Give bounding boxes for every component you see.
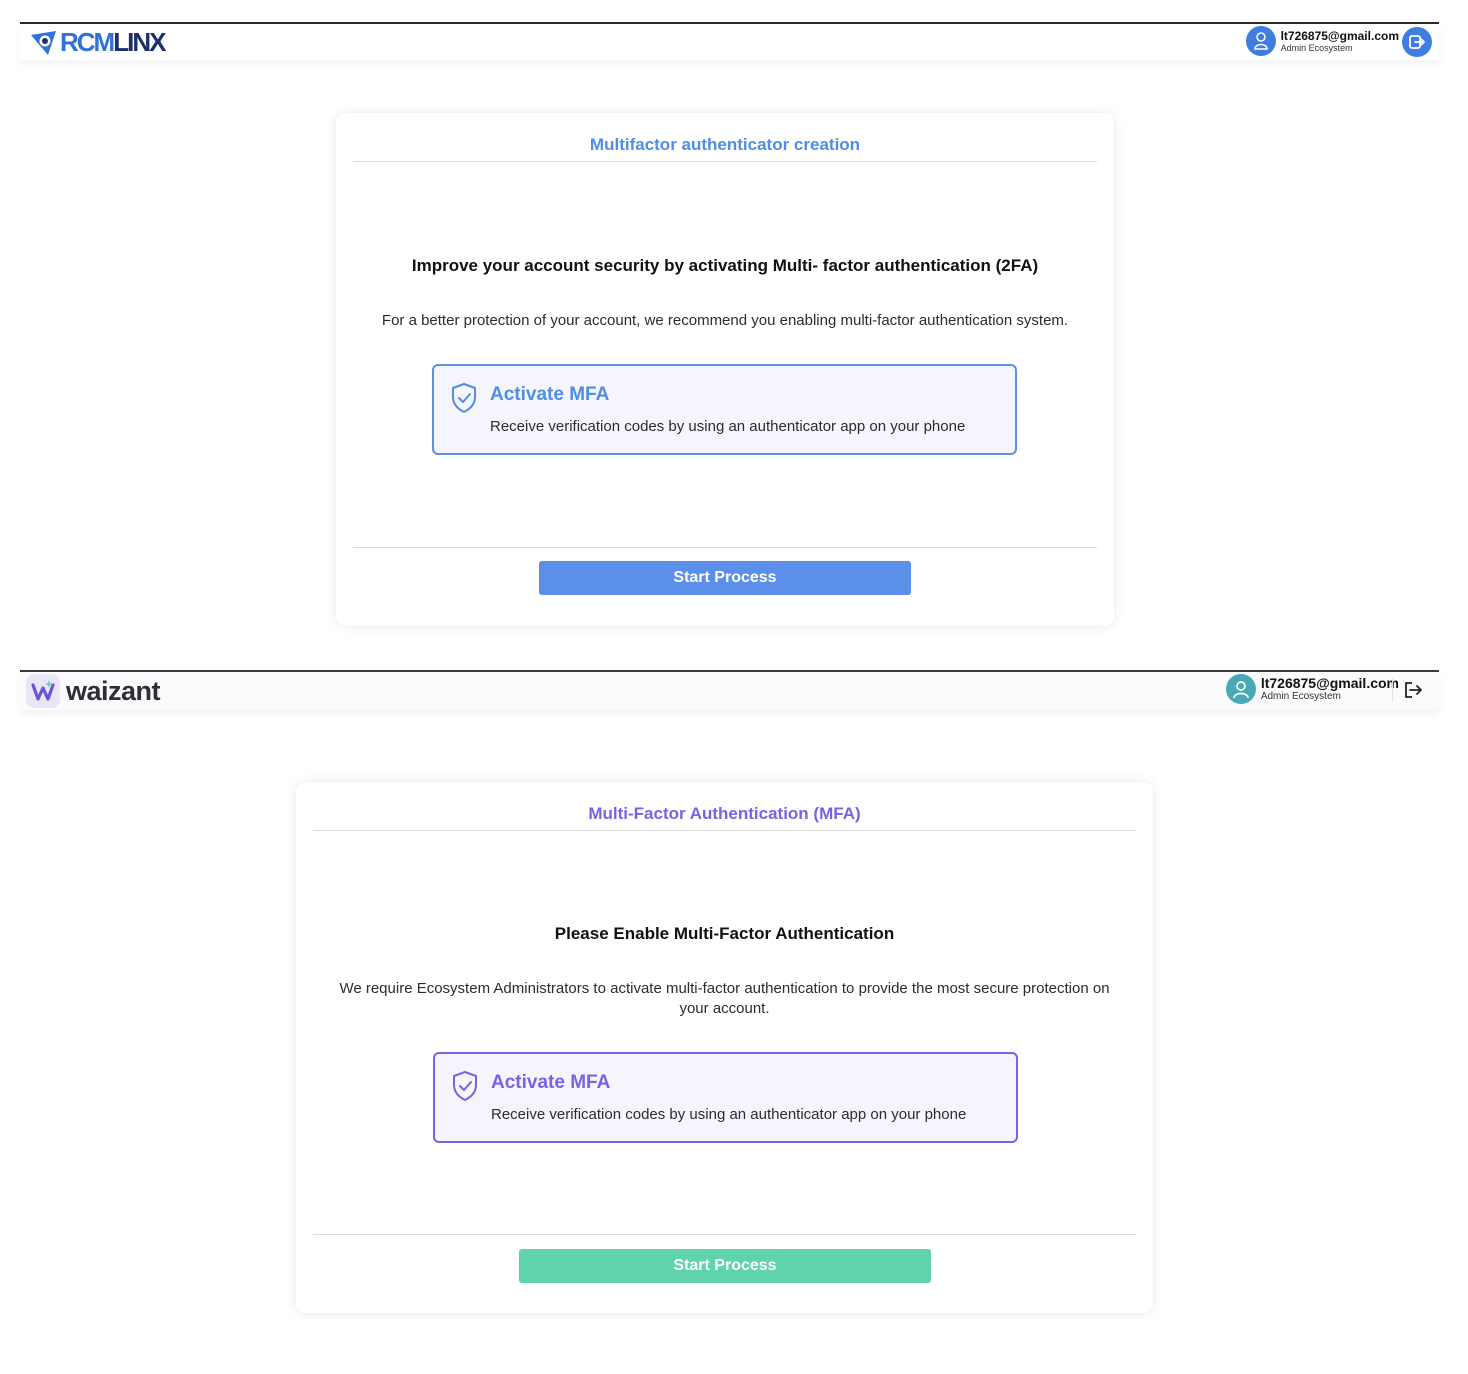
footer-divider [313, 1234, 1136, 1235]
user-info: lt726875@gmail.com Admin Ecosystem [1261, 676, 1399, 702]
mfa-card: Multifactor authenticator creation Impro… [336, 113, 1114, 626]
user-icon [1232, 681, 1249, 699]
logout-button[interactable] [1402, 27, 1432, 57]
mfa-card: Multi-Factor Authentication (MFA) Please… [296, 782, 1153, 1313]
waizant-logo-mark-icon [26, 674, 60, 708]
mfa-option-description: Receive verification codes by using an a… [490, 418, 966, 435]
user-role: Admin Ecosystem [1260, 691, 1341, 702]
logo-text-part1: RCM [60, 27, 115, 57]
start-process-button[interactable]: Start Process [539, 561, 911, 595]
mfa-option-title: Activate MFA [491, 1072, 611, 1093]
waizant-logo[interactable]: waizant [26, 674, 161, 708]
card-description: For a better protection of your account,… [381, 312, 1069, 329]
user-email: lt726875@gmail.com [1260, 675, 1399, 691]
top-navbar: RCMLINX lt726875@gmail.com Admin Ecosyst… [20, 22, 1439, 60]
user-avatar[interactable] [1225, 674, 1256, 704]
rcmlinx-screen: RCMLINX lt726875@gmail.com Admin Ecosyst… [20, 22, 1439, 632]
logout-icon [1405, 682, 1422, 698]
user-avatar[interactable] [1245, 26, 1276, 56]
user-icon [1253, 32, 1268, 50]
user-email: lt726875@gmail.com [1280, 28, 1399, 43]
activate-mfa-option[interactable]: Activate MFA Receive verification codes … [432, 364, 1017, 455]
card-description: We require Ecosystem Administrators to a… [339, 980, 1110, 1017]
user-info: lt726875@gmail.com Admin Ecosystem [1281, 30, 1399, 53]
card-title: Multifactor authenticator creation [353, 135, 1097, 162]
logo-text-part2: LINX [113, 27, 166, 57]
user-role: Admin Ecosystem [1280, 42, 1353, 53]
logout-button[interactable] [1392, 678, 1425, 702]
user-menu[interactable]: lt726875@gmail.com Admin Ecosystem [1225, 674, 1399, 704]
logo-text: waizant [66, 675, 161, 706]
waizant-screen: waizant lt726875@gmail.com Admin Ecosyst… [20, 670, 1439, 1330]
card-title: Multi-Factor Authentication (MFA) [313, 804, 1136, 831]
mfa-option-title: Activate MFA [490, 384, 610, 405]
shield-check-icon [452, 383, 476, 413]
top-navbar: waizant lt726875@gmail.com Admin Ecosyst… [20, 670, 1439, 710]
mfa-option-description: Receive verification codes by using an a… [491, 1106, 967, 1123]
rcmlinx-logo[interactable]: RCMLINX [28, 27, 166, 58]
card-headline: Please Enable Multi-Factor Authenticatio… [554, 924, 895, 943]
start-process-button[interactable]: Start Process [519, 1249, 931, 1283]
footer-divider [353, 547, 1097, 548]
activate-mfa-option[interactable]: Activate MFA Receive verification codes … [433, 1052, 1018, 1143]
rcmlinx-logo-mark-icon [31, 30, 56, 55]
logout-icon [1409, 35, 1425, 49]
shield-check-icon [453, 1071, 477, 1101]
user-menu[interactable]: lt726875@gmail.com Admin Ecosystem [1245, 26, 1399, 56]
card-headline: Improve your account security by activat… [411, 256, 1039, 275]
